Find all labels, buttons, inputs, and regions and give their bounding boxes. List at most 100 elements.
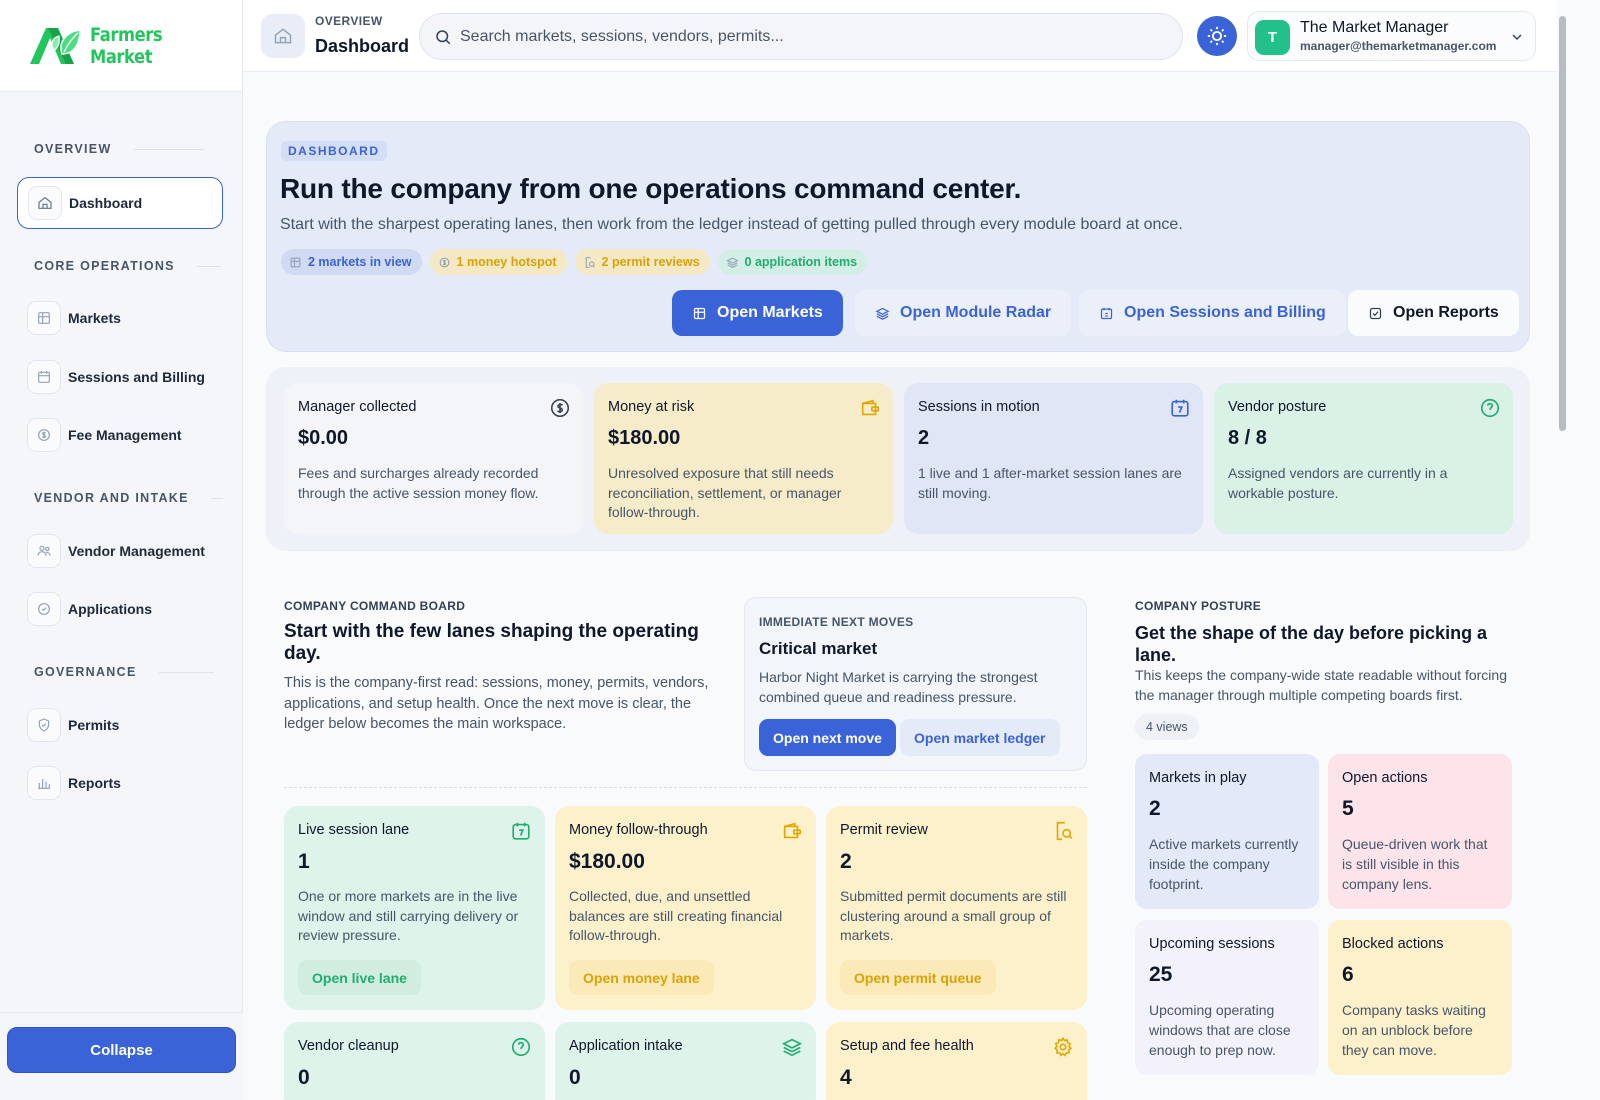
scrollbar-thumb[interactable] bbox=[1559, 16, 1566, 431]
posture-eyebrow: COMPANY POSTURE bbox=[1135, 599, 1262, 613]
metric-card-sessions-in-motion[interactable]: Sessions in motion 2 1 live and 1 after-… bbox=[904, 383, 1203, 534]
collapse-button[interactable]: Collapse bbox=[7, 1027, 236, 1073]
nav-section-governance: GOVERNANCE bbox=[34, 665, 214, 679]
open-permit-queue-button[interactable]: Open permit queue bbox=[840, 960, 996, 995]
sidebar-item-markets[interactable]: Markets bbox=[17, 292, 223, 344]
metric-value: $0.00 bbox=[298, 427, 349, 449]
clipboard-icon bbox=[27, 592, 61, 626]
lane-label: Setup and fee health bbox=[840, 1038, 974, 1054]
open-money-lane-button[interactable]: Open money lane bbox=[569, 960, 714, 995]
open-sessions-billing-button[interactable]: Open Sessions and Billing bbox=[1079, 290, 1346, 336]
calendar-icon bbox=[510, 820, 532, 842]
bar-chart-icon bbox=[27, 766, 61, 800]
help-circle-icon bbox=[510, 1036, 532, 1058]
hero-title: Run the company from one operations comm… bbox=[280, 173, 1022, 204]
sidebar-item-fee-management[interactable]: Fee Management bbox=[17, 409, 223, 461]
metric-card-vendor-posture[interactable]: Vendor posture 8 / 8 Assigned vendors ar… bbox=[1214, 383, 1513, 534]
command-board-title: Start with the few lanes shaping the ope… bbox=[284, 621, 699, 664]
posture-card-open-actions[interactable]: Open actions 5 Queue-driven work that is… bbox=[1328, 754, 1512, 909]
theme-toggle-button[interactable] bbox=[1197, 16, 1237, 56]
page-title: Dashboard bbox=[315, 36, 410, 56]
button-label: Open Sessions and Billing bbox=[1124, 304, 1326, 321]
nav-section-vendor-and-intake: VENDOR AND INTAKE bbox=[34, 491, 223, 505]
chip-markets-in-view[interactable]: 2 markets in view bbox=[281, 249, 422, 275]
lane-label: Application intake bbox=[569, 1038, 683, 1054]
button-label: Open Module Radar bbox=[900, 304, 1052, 321]
posture-card-markets-in-play[interactable]: Markets in play 2 Active markets current… bbox=[1135, 754, 1319, 909]
metric-value: $180.00 bbox=[608, 427, 681, 449]
hero-subtitle: Start with the sharpest operating lanes,… bbox=[280, 216, 1183, 233]
storefront-icon bbox=[692, 306, 707, 321]
sidebar-item-reports[interactable]: Reports bbox=[17, 757, 223, 809]
search-bar[interactable] bbox=[419, 13, 1183, 60]
open-market-ledger-button[interactable]: Open market ledger bbox=[900, 719, 1060, 756]
sidebar-item-permits[interactable]: Permits bbox=[17, 699, 223, 751]
sidebar-item-sessions-and-billing[interactable]: Sessions and Billing bbox=[17, 351, 223, 403]
posture-value: 2 bbox=[1149, 797, 1161, 820]
lane-card-money-follow-through[interactable]: Money follow-through $180.00 Collected, … bbox=[555, 806, 816, 1010]
posture-desc: This keeps the company-wide state readab… bbox=[1135, 667, 1507, 703]
metric-card-money-at-risk[interactable]: Money at risk $180.00 Unresolved exposur… bbox=[594, 383, 893, 534]
posture-card-upcoming-sessions[interactable]: Upcoming sessions 25 Upcoming operating … bbox=[1135, 920, 1319, 1075]
open-live-lane-button[interactable]: Open live lane bbox=[298, 960, 421, 995]
storefront-icon bbox=[289, 256, 302, 269]
sidebar-item-label: Sessions and Billing bbox=[68, 369, 205, 385]
metric-value: 8 / 8 bbox=[1228, 427, 1267, 449]
lane-value: 4 bbox=[840, 1066, 852, 1089]
metric-label: Manager collected bbox=[298, 399, 417, 415]
nav-section-label: GOVERNANCE bbox=[34, 665, 137, 679]
command-board-desc: This is the company-first read: sessions… bbox=[284, 675, 709, 732]
open-next-move-button[interactable]: Open next move bbox=[759, 719, 896, 756]
home-icon bbox=[28, 186, 62, 220]
brand[interactable]: Farmers Market bbox=[0, 0, 242, 92]
lane-card-application-intake[interactable]: Application intake 0 bbox=[555, 1022, 816, 1100]
open-markets-button[interactable]: Open Markets bbox=[672, 290, 843, 336]
sidebar-item-applications[interactable]: Applications bbox=[17, 583, 223, 635]
posture-desc: Queue-driven work that is still visible … bbox=[1342, 836, 1488, 892]
calendar-icon bbox=[1169, 397, 1191, 419]
next-moves-title: Critical market bbox=[759, 639, 878, 658]
dollar-circle-icon bbox=[549, 397, 571, 419]
sidebar-item-label: Applications bbox=[68, 601, 153, 617]
open-module-radar-button[interactable]: Open Module Radar bbox=[855, 290, 1072, 336]
hero-tag: DASHBOARD bbox=[281, 141, 387, 161]
hero-chips: 2 markets in view 1 money hotspot 2 perm… bbox=[281, 249, 868, 275]
lane-label: Live session lane bbox=[298, 822, 410, 838]
search-input[interactable] bbox=[460, 27, 1160, 46]
lane-card-vendor-cleanup[interactable]: Vendor cleanup 0 bbox=[284, 1022, 545, 1100]
hero-panel: DASHBOARD Run the company from one opera… bbox=[266, 121, 1530, 352]
page-scrollbar[interactable] bbox=[1557, 0, 1568, 1100]
calendar-icon bbox=[27, 360, 61, 394]
help-circle-icon bbox=[1479, 397, 1501, 419]
metric-desc: Assigned vendors are currently in a work… bbox=[1228, 465, 1448, 501]
lane-value: 0 bbox=[298, 1066, 310, 1089]
lane-card-live-session[interactable]: Live session lane 1 One or more markets … bbox=[284, 806, 545, 1010]
user-menu[interactable]: T The Market Manager manager@themarketma… bbox=[1247, 11, 1536, 61]
posture-card-blocked-actions[interactable]: Blocked actions 6 Company tasks waiting … bbox=[1328, 920, 1512, 1075]
lane-label: Permit review bbox=[840, 822, 928, 838]
lane-card-permit-review[interactable]: Permit review 2 Submitted permit documen… bbox=[826, 806, 1087, 1010]
open-reports-button[interactable]: Open Reports bbox=[1348, 290, 1519, 336]
home-icon[interactable] bbox=[261, 14, 305, 58]
button-label: Open Markets bbox=[717, 304, 823, 321]
user-name: The Market Manager bbox=[1300, 19, 1449, 36]
search-doc-icon bbox=[583, 256, 596, 269]
chip-money-hotspot[interactable]: 1 money hotspot bbox=[429, 249, 567, 275]
sidebar-footer: Collapse bbox=[0, 1012, 243, 1100]
chip-label: 1 money hotspot bbox=[456, 255, 557, 269]
calendar-icon bbox=[1099, 306, 1114, 321]
views-badge[interactable]: 4 views bbox=[1135, 714, 1199, 740]
leaf-logo-icon bbox=[28, 24, 84, 68]
metric-label: Vendor posture bbox=[1228, 399, 1327, 415]
posture-desc: Active markets currently inside the comp… bbox=[1149, 836, 1299, 892]
sidebar-item-vendor-management[interactable]: Vendor Management bbox=[17, 525, 223, 577]
sidebar-item-dashboard[interactable]: Dashboard bbox=[17, 177, 223, 229]
sidebar: Farmers Market OVERVIEW Dashboard CORE O… bbox=[0, 0, 243, 1100]
lane-value: 2 bbox=[840, 850, 852, 873]
metric-card-manager-collected[interactable]: Manager collected $0.00 Fees and surchar… bbox=[284, 383, 583, 534]
chip-permit-reviews[interactable]: 2 permit reviews bbox=[574, 249, 710, 275]
sidebar-item-label: Dashboard bbox=[69, 195, 143, 211]
wallet-icon bbox=[859, 397, 881, 419]
chip-application-items[interactable]: 0 application items bbox=[717, 249, 868, 275]
lane-card-setup-fee-health[interactable]: Setup and fee health 4 bbox=[826, 1022, 1087, 1100]
